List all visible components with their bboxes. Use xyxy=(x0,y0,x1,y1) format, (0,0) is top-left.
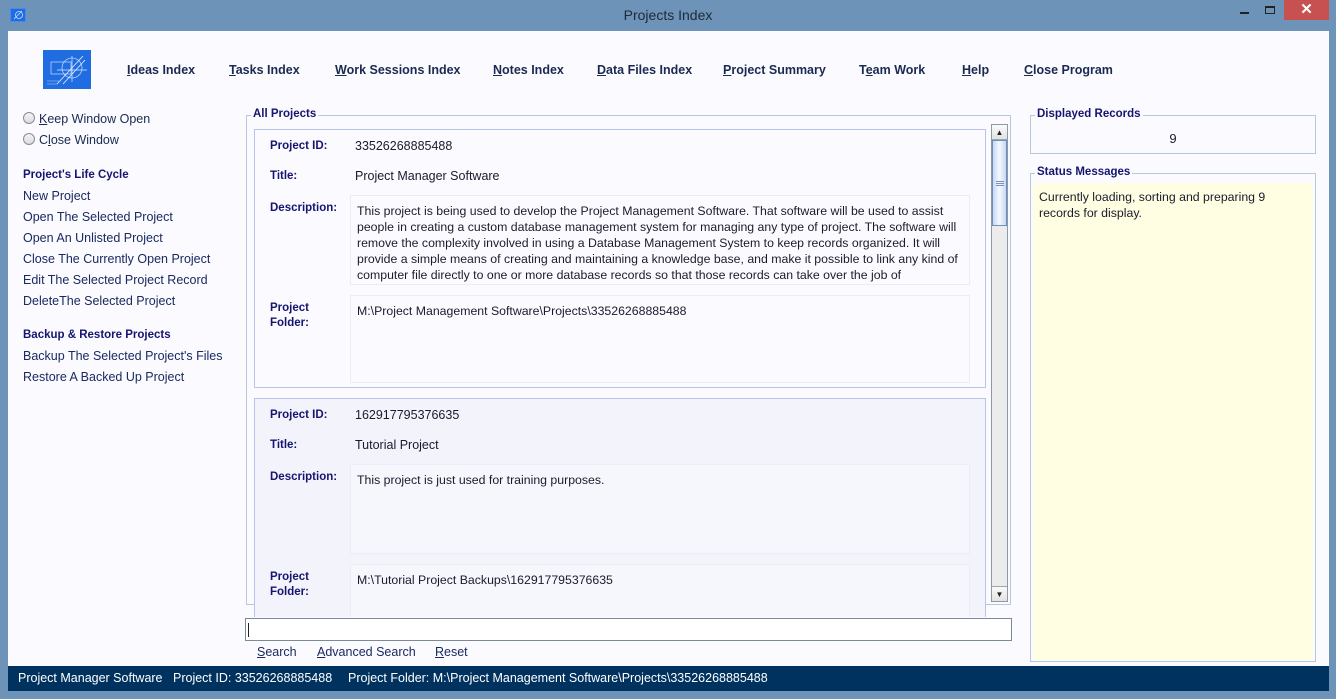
description-label: Description: xyxy=(270,471,338,483)
title-value: Project Manager Software xyxy=(355,169,500,183)
grip-icon xyxy=(996,181,1004,182)
menu-close-program[interactable]: Close Program xyxy=(1024,63,1113,77)
folder-label: Project Folder: xyxy=(270,302,309,329)
project-id-value: 162917795376635 xyxy=(355,408,460,422)
folder-value: M:\Project Management Software\Projects\… xyxy=(350,295,970,383)
restore-project-link[interactable]: Restore A Backed Up Project xyxy=(23,370,184,384)
status-project-title: Project Manager Software xyxy=(18,671,163,685)
advanced-search-link[interactable]: Advanced Search xyxy=(317,645,416,659)
title-label: Title: xyxy=(270,439,298,451)
close-icon: ✕ xyxy=(1300,1,1313,18)
backup-project-files-link[interactable]: Backup The Selected Project's Files xyxy=(23,349,222,363)
menu-work-sessions-index[interactable]: Work Sessions Index xyxy=(335,63,461,77)
open-unlisted-project-link[interactable]: Open An Unlisted Project xyxy=(23,231,163,245)
lifecycle-heading: Project's Life Cycle xyxy=(23,169,129,181)
maximize-button[interactable] xyxy=(1256,0,1282,22)
maximize-icon xyxy=(1265,6,1275,14)
close-window-button[interactable]: ✕ xyxy=(1284,0,1329,20)
close-open-project-link[interactable]: Close The Currently Open Project xyxy=(23,252,210,266)
displayed-records-count: 9 xyxy=(1169,131,1177,146)
radio-button[interactable] xyxy=(23,133,35,145)
search-input[interactable] xyxy=(245,618,1012,641)
description-label: Description: xyxy=(270,202,338,214)
status-messages-legend: Status Messages xyxy=(1035,166,1133,178)
title-bar: Projects Index ✕ xyxy=(0,0,1336,32)
menu-project-summary[interactable]: Project Summary xyxy=(723,63,826,77)
menu-help[interactable]: Help xyxy=(962,63,989,77)
open-selected-project-link[interactable]: Open The Selected Project xyxy=(23,210,173,224)
projects-scrollbar[interactable]: ▲ ▼ xyxy=(991,124,1008,602)
displayed-records-legend: Displayed Records xyxy=(1035,108,1143,120)
status-project-folder: Project Folder: M:\Project Management So… xyxy=(348,671,768,685)
keep-window-open-radio[interactable]: Keep Window Open xyxy=(23,112,150,126)
menu-ideas-index[interactable]: Ideas Index xyxy=(127,63,195,77)
folder-value: M:\Tutorial Project Backups\162917795376… xyxy=(350,564,970,617)
project-logo xyxy=(43,50,91,89)
description-value: This project is being used to develop th… xyxy=(350,195,970,285)
delete-project-link[interactable]: DeleteThe Selected Project xyxy=(23,294,175,308)
backup-heading: Backup & Restore Projects xyxy=(23,329,171,341)
project-record[interactable]: Project ID: 33526268885488 Title: Projec… xyxy=(254,129,986,388)
description-value: This project is just used for training p… xyxy=(350,464,970,554)
radio-button[interactable] xyxy=(23,112,35,124)
menu-notes-index[interactable]: Notes Index xyxy=(493,63,564,77)
project-record[interactable]: Project ID: 162917795376635 Title: Tutor… xyxy=(254,398,986,617)
displayed-records-panel: Displayed Records 9 xyxy=(1030,108,1316,154)
edit-project-record-link[interactable]: Edit The Selected Project Record xyxy=(23,273,208,287)
menu-team-work[interactable]: Team Work xyxy=(859,63,925,77)
menu-data-files-index[interactable]: Data Files Index xyxy=(597,63,692,77)
new-project-link[interactable]: New Project xyxy=(23,189,90,203)
search-link[interactable]: Search xyxy=(257,645,297,659)
reset-link[interactable]: Reset xyxy=(435,645,468,659)
scroll-up-button[interactable]: ▲ xyxy=(992,125,1007,140)
project-id-label: Project ID: xyxy=(270,140,328,152)
status-message-text: Currently loading, sorting and preparing… xyxy=(1033,183,1313,660)
main-window: Ideas Index Tasks Index Work Sessions In… xyxy=(8,31,1329,666)
project-id-value: 33526268885488 xyxy=(355,139,453,153)
title-label: Title: xyxy=(270,170,298,182)
text-caret xyxy=(248,623,249,637)
scroll-down-button[interactable]: ▼ xyxy=(992,586,1007,601)
all-projects-legend: All Projects xyxy=(251,108,319,120)
status-bar: Project Manager Software Project ID: 335… xyxy=(8,666,1329,691)
minimize-button[interactable] xyxy=(1232,0,1258,22)
status-messages-panel: Status Messages Currently loading, sorti… xyxy=(1030,166,1316,662)
status-project-id: Project ID: 33526268885488 xyxy=(173,671,333,685)
menu-tasks-index[interactable]: Tasks Index xyxy=(229,63,300,77)
project-records-list: Project ID: 33526268885488 Title: Projec… xyxy=(254,129,988,617)
window-title: Projects Index xyxy=(623,7,713,23)
project-id-label: Project ID: xyxy=(270,409,328,421)
close-window-radio[interactable]: Close Window xyxy=(23,133,119,147)
title-value: Tutorial Project xyxy=(355,438,439,452)
folder-label: Project Folder: xyxy=(270,571,309,598)
scroll-thumb[interactable] xyxy=(992,140,1007,226)
minimize-icon xyxy=(1240,12,1249,14)
